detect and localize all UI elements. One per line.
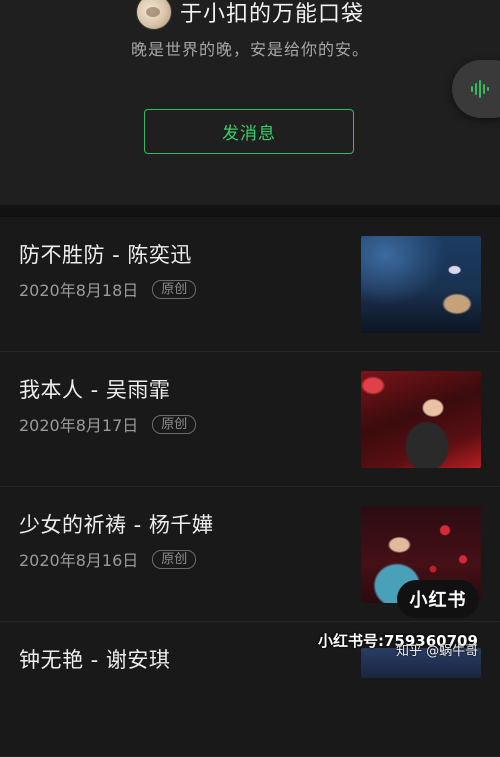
original-badge: 原创 [152,279,197,299]
original-badge: 原创 [152,414,197,434]
article-item[interactable]: 防不胜防 - 陈奕迅 2020年8月18日 原创 [0,217,500,352]
article-meta: 2020年8月16日 原创 [19,547,197,571]
article-title: 我本人 - 吴雨霏 [19,378,171,402]
audio-wave-icon [471,80,489,98]
article-meta: 2020年8月17日 原创 [19,412,197,436]
article-item[interactable]: 我本人 - 吴雨霏 2020年8月17日 原创 [0,352,500,487]
article-date: 2020年8月17日 [19,416,139,435]
account-motto: 晚是世界的晚，安是给你的安。 [130,40,369,59]
article-thumbnail [361,236,481,333]
article-thumbnail [361,371,481,468]
article-date: 2020年8月16日 [19,551,139,570]
section-divider [0,205,500,217]
send-message-button[interactable]: 发消息 [144,109,354,154]
profile-header: 于小扣的万能口袋 晚是世界的晚，安是给你的安。 发消息 [0,0,500,205]
account-name-row: 于小扣的万能口袋 [0,0,500,30]
article-title: 防不胜防 - 陈奕迅 [19,243,192,267]
article-list: 防不胜防 - 陈奕迅 2020年8月18日 原创 我本人 - 吴雨霏 2020年… [0,217,500,757]
article-title: 钟无艳 - 谢安琪 [19,648,171,672]
article-title: 少女的祈祷 - 杨千嬅 [19,513,214,537]
xiaohongshu-logo: 小红书 [397,580,479,618]
account-name: 于小扣的万能口袋 [179,2,364,27]
article-date: 2020年8月18日 [19,281,139,300]
article-meta: 2020年8月18日 原创 [19,277,197,301]
avatar[interactable] [135,0,172,30]
original-badge: 原创 [152,549,197,569]
zhihu-watermark: 知乎 @蜗牛哥 [396,644,479,659]
